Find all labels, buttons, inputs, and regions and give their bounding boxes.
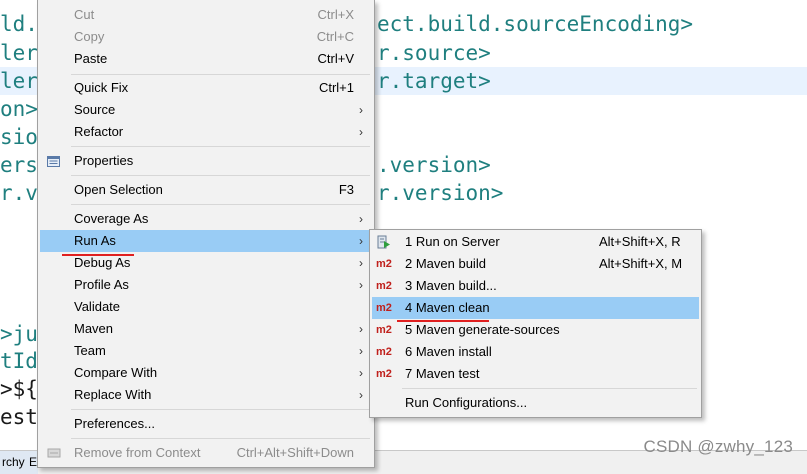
submenu-arrow-icon: › — [359, 366, 363, 380]
maven-m2-icon: m2 — [376, 280, 392, 292]
menu-item-maven-clean[interactable]: m2 4 Maven clean — [372, 297, 699, 319]
separator — [71, 409, 370, 410]
menu-item-maven-generate-sources[interactable]: m2 5 Maven generate-sources — [372, 319, 699, 341]
menu-item-remove-from-context[interactable]: Remove from Context Ctrl+Alt+Shift+Down — [40, 442, 372, 464]
menu-item-refactor[interactable]: Refactor › — [40, 121, 372, 143]
menu-item-paste[interactable]: Paste Ctrl+V — [40, 48, 372, 70]
code-line: r.target> — [377, 69, 491, 93]
separator — [71, 204, 370, 205]
context-menu: Cut Ctrl+X Copy Ctrl+C Paste Ctrl+V Quic… — [37, 0, 375, 468]
menu-item-source[interactable]: Source › — [40, 99, 372, 121]
menu-item-validate[interactable]: Validate — [40, 296, 372, 318]
menu-item-copy[interactable]: Copy Ctrl+C — [40, 26, 372, 48]
menu-item-maven-test[interactable]: m2 7 Maven test — [372, 363, 699, 385]
submenu-arrow-icon: › — [359, 388, 363, 402]
submenu-arrow-icon: › — [359, 234, 363, 248]
menu-item-maven-build[interactable]: m2 2 Maven build Alt+Shift+X, M — [372, 253, 699, 275]
code-line: .version> — [377, 153, 491, 177]
remove-context-icon — [47, 447, 61, 462]
submenu-arrow-icon: › — [359, 278, 363, 292]
menu-item-open-selection[interactable]: Open Selection F3 — [40, 179, 372, 201]
submenu-arrow-icon: › — [359, 256, 363, 270]
menu-item-profile-as[interactable]: Profile As › — [40, 274, 372, 296]
annotation-underline — [397, 320, 489, 322]
menu-item-run-as[interactable]: Run As › — [40, 230, 372, 252]
menu-item-run-configurations[interactable]: Run Configurations... — [372, 392, 699, 414]
menu-item-maven-install[interactable]: m2 6 Maven install — [372, 341, 699, 363]
menu-item-cut[interactable]: Cut Ctrl+X — [40, 4, 372, 26]
server-run-icon — [377, 235, 391, 252]
maven-m2-icon: m2 — [376, 258, 392, 270]
menu-item-maven-build-dialog[interactable]: m2 3 Maven build... — [372, 275, 699, 297]
separator — [71, 74, 370, 75]
shortcut-label: Ctrl+V — [317, 51, 354, 66]
annotation-underline — [62, 254, 134, 256]
code-line: r.version> — [377, 181, 504, 205]
menu-item-coverage-as[interactable]: Coverage As › — [40, 208, 372, 230]
run-as-submenu: 1 Run on Server Alt+Shift+X, R m2 2 Mave… — [369, 229, 702, 418]
shortcut-label: Ctrl+C — [316, 29, 354, 44]
submenu-arrow-icon: › — [359, 344, 363, 358]
shortcut-label: Ctrl+1 — [318, 80, 354, 95]
menu-item-replace-with[interactable]: Replace With › — [40, 384, 372, 406]
properties-icon — [47, 155, 60, 170]
maven-m2-icon: m2 — [376, 346, 392, 358]
shortcut-label: Alt+Shift+X, M — [599, 256, 683, 271]
menu-item-compare-with[interactable]: Compare With › — [40, 362, 372, 384]
separator — [402, 388, 697, 389]
menu-item-properties[interactable]: Properties — [40, 150, 372, 172]
code-line: r.source> — [377, 41, 491, 65]
separator — [71, 146, 370, 147]
maven-m2-icon: m2 — [376, 324, 392, 336]
tab-hierarchy[interactable]: rchy — [2, 451, 25, 474]
submenu-arrow-icon: › — [359, 322, 363, 336]
menu-item-quick-fix[interactable]: Quick Fix Ctrl+1 — [40, 77, 372, 99]
menu-item-run-on-server[interactable]: 1 Run on Server Alt+Shift+X, R — [372, 231, 699, 253]
separator — [71, 438, 370, 439]
code-line: ect.build.sourceEncoding> — [377, 12, 694, 36]
separator — [71, 175, 370, 176]
submenu-arrow-icon: › — [359, 125, 363, 139]
menu-item-team[interactable]: Team › — [40, 340, 372, 362]
submenu-arrow-icon: › — [359, 212, 363, 226]
watermark: CSDN @zwhy_123 — [643, 437, 793, 456]
submenu-arrow-icon: › — [359, 103, 363, 117]
menu-item-preferences[interactable]: Preferences... — [40, 413, 372, 435]
maven-m2-icon: m2 — [376, 302, 392, 314]
shortcut-label: F3 — [338, 182, 354, 197]
shortcut-label: Alt+Shift+X, R — [599, 234, 681, 249]
maven-m2-icon: m2 — [376, 368, 392, 380]
menu-item-maven[interactable]: Maven › — [40, 318, 372, 340]
shortcut-label: Ctrl+Alt+Shift+Down — [236, 445, 354, 460]
shortcut-label: Ctrl+X — [317, 7, 354, 22]
